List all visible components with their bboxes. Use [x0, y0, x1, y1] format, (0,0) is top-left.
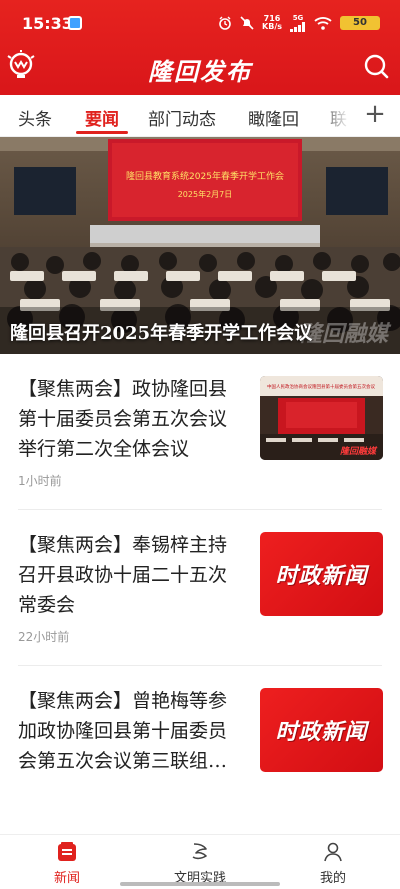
news-headline: 【聚焦两会】奉锡梓主持召开县政协十届二十五次常委会 [18, 534, 228, 616]
thumb-banner-text: 中国人民政治协商会议隆回县第十届委员会第五次会议 [267, 383, 375, 390]
alarm-icon [219, 16, 231, 30]
battery-indicator: 50 [340, 16, 380, 30]
channel-tabs: 头条 要闻 部门动态 瞰隆回 联 + [0, 95, 400, 137]
thumb-label: 时政新闻 [275, 564, 368, 589]
net-speed: 716 KB/s [262, 15, 282, 31]
news-headline: 【聚焦两会】政协隆回县第十届委员会第五次会议举行第二次全体会议 [18, 378, 228, 460]
status-time: 15:33 [22, 14, 73, 33]
news-item[interactable]: 【聚焦两会】曾艳梅等参加政协隆回县第十届委员会第五次会议第三联组… 时政新闻 [0, 666, 400, 822]
app-title: 隆回发布 [148, 57, 252, 86]
status-right-group: 716 KB/s 5G 50 [218, 14, 380, 32]
tab-overlook-longhui[interactable]: 瞰隆回 [248, 105, 299, 130]
news-item[interactable]: 【聚焦两会】政协隆回县第十届委员会第五次会议举行第二次全体会议 1小时前 中国人… [0, 354, 400, 510]
tabs-fade [318, 95, 358, 135]
tab-headlines[interactable]: 头条 [18, 105, 52, 130]
news-time: 22小时前 [18, 630, 70, 644]
news-thumbnail: 中国人民政治协商会议隆回县第十届委员会第五次会议 隆回融媒 [260, 376, 383, 460]
nav-news[interactable]: 新闻 [17, 841, 117, 886]
news-thumbnail: 时政新闻 [260, 532, 383, 616]
bottom-navigation: 新闻 文明实践 我的 [0, 834, 400, 889]
network-type: 5G [292, 13, 304, 22]
hero-watermark: 隆回融媒 [300, 322, 392, 347]
hero-banner[interactable]: 隆回融媒 隆回县教育系统2025年春季开学工作会 2025年2月7日 隆回县召开2… [0, 137, 400, 354]
search-icon[interactable] [362, 52, 390, 80]
news-icon [58, 842, 76, 861]
mute-icon [240, 16, 254, 30]
profile-icon [324, 842, 342, 862]
notification-app-icon [68, 16, 82, 30]
app-header: 15:33 716 KB/s 5G 50 隆回发布 [0, 0, 400, 95]
news-item[interactable]: 【聚焦两会】奉锡梓主持召开县政协十届二十五次常委会 22小时前 时政新闻 [0, 510, 400, 666]
active-tab-indicator [76, 131, 128, 134]
hero-caption: 隆回县召开2025年春季开学工作会议 [10, 323, 313, 344]
signal-icon [290, 21, 305, 32]
hero-banner-date: 2025年2月7日 [178, 189, 233, 199]
tab-department-news[interactable]: 部门动态 [148, 105, 216, 130]
app-bar: 隆回发布 [0, 44, 400, 95]
news-headline: 【聚焦两会】曾艳梅等参加政协隆回县第十届委员会第五次会议第三联组… [18, 690, 228, 772]
tab-major-news[interactable]: 要闻 [85, 105, 119, 130]
news-thumbnail: 时政新闻 [260, 688, 383, 772]
status-bar: 15:33 716 KB/s 5G 50 [0, 0, 400, 44]
nav-civilization-practice[interactable]: 文明实践 [150, 841, 250, 886]
thumb-label: 时政新闻 [275, 720, 368, 745]
hero-banner-text: 隆回县教育系统2025年春季开学工作会 [126, 170, 284, 182]
wifi-icon [314, 17, 332, 30]
signal-group: 5G [290, 13, 306, 32]
net-speed-unit: KB/s [262, 22, 282, 31]
home-indicator[interactable] [120, 882, 280, 886]
nav-profile[interactable]: 我的 [283, 841, 383, 886]
add-channel-button[interactable]: + [360, 99, 390, 129]
news-time: 1小时前 [18, 474, 62, 488]
civilization-practice-icon [192, 843, 207, 860]
nav-label: 新闻 [53, 871, 80, 886]
nav-label: 我的 [319, 871, 346, 886]
thumb-watermark-text: 隆回融媒 [340, 446, 378, 457]
